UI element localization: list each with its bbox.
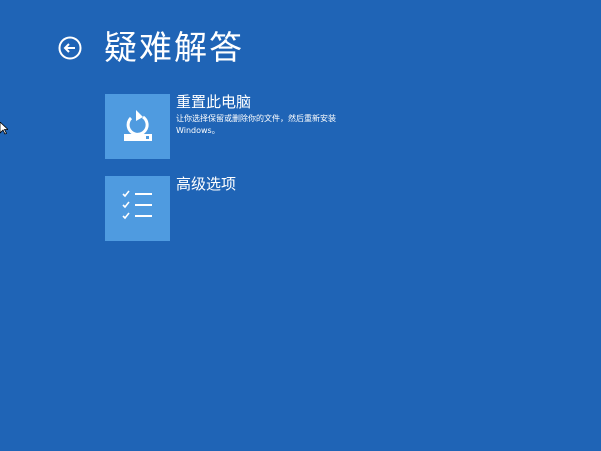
reset-pc-icon [124,110,152,141]
checklist-icon [122,190,152,220]
advanced-options-option[interactable]: 高级选项 [105,175,365,242]
reset-pc-option[interactable]: 重置此电脑 让你选择保留或删除你的文件，然后重新安装 Windows。 [105,93,365,160]
reset-pc-description: 让你选择保留或删除你的文件，然后重新安装 Windows。 [176,114,336,135]
reset-pc-title: 重置此电脑 [176,93,252,111]
page-title: 疑难解答 [104,28,244,67]
advanced-options-title: 高级选项 [176,175,237,193]
advanced-options-tile[interactable] [105,176,170,241]
reset-pc-tile[interactable] [105,94,170,159]
back-arrow-circle-icon [58,36,82,60]
troubleshoot-screen: 疑难解答 重置此电脑 让你选择保留或删除你的文件，然后重新安装 Windows。 [0,0,601,451]
back-button[interactable] [58,36,82,60]
mouse-cursor-icon [0,120,10,135]
